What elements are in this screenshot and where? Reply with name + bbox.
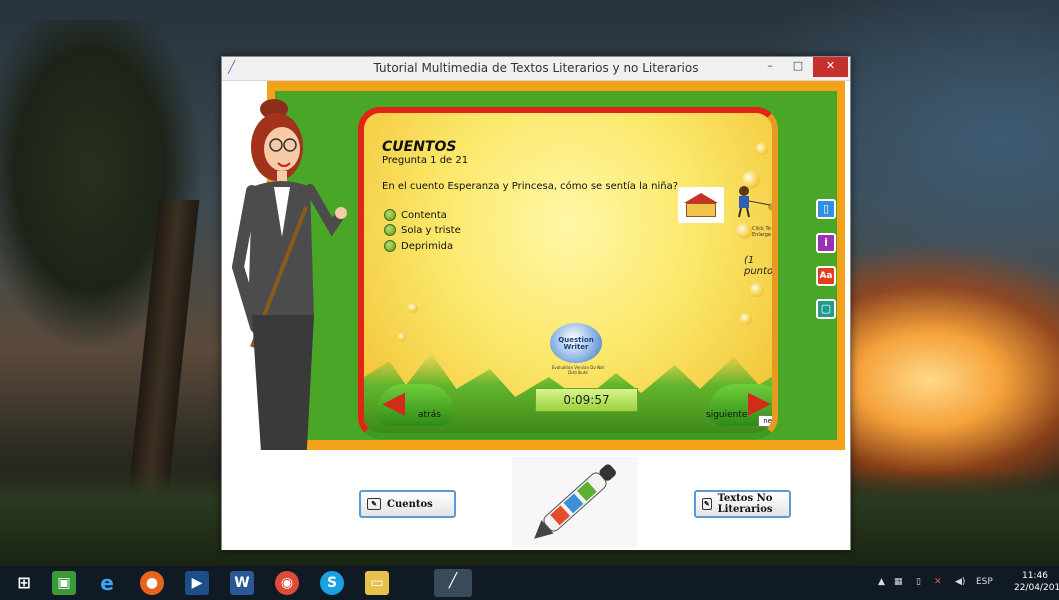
textos-no-literarios-button[interactable]: ✎ Textos No Literarios [694, 490, 791, 518]
answer-option-label: Sola y triste [401, 224, 461, 236]
show-hidden-icons-icon[interactable]: ▲ [878, 577, 885, 587]
textos-no-literarios-button-label: Textos No Literarios [717, 493, 773, 515]
window-titlebar[interactable]: ╱ Tutorial Multimedia de Textos Literari… [222, 57, 850, 81]
arrow-left-icon: ◀ [382, 385, 406, 420]
question-writer-logo: Question Writer [550, 323, 602, 363]
tutorial-app-taskbar-icon[interactable]: ╱ [434, 569, 472, 597]
decor-bubble [740, 313, 752, 325]
windows-start-icon[interactable]: ⊞ [12, 571, 36, 595]
input-language[interactable]: ESP [976, 577, 993, 587]
section-title: CUENTOS [382, 139, 457, 155]
previous-label: atrás [418, 410, 441, 420]
chrome-icon[interactable]: ◉ [275, 571, 299, 595]
decor-bubble [398, 333, 406, 341]
book-icon: ✎ [702, 498, 712, 510]
question-text: En el cuento Esperanza y Princesa, cómo … [382, 181, 679, 192]
pen-illustration [512, 457, 638, 547]
media-player-icon[interactable]: ▶ [185, 571, 209, 595]
skype-icon[interactable]: S [320, 571, 344, 595]
volume-icon[interactable]: ◀) [955, 577, 965, 587]
book-icon: ✎ [367, 498, 381, 510]
click-to-enlarge-label[interactable]: Click To Enlarge [752, 226, 772, 238]
answer-option-label: Deprimida [401, 240, 454, 252]
decor-bubble [408, 303, 418, 313]
app-window: ╱ Tutorial Multimedia de Textos Literari… [221, 56, 851, 550]
radio-button[interactable] [384, 224, 396, 236]
decor-bubble [750, 283, 764, 297]
flag-icon[interactable]: ✕ [934, 577, 942, 587]
previous-button[interactable]: ◀ atrás [376, 384, 454, 426]
cuentos-button[interactable]: ✎ Cuentos [359, 490, 456, 518]
close-button[interactable]: ✕ [813, 57, 848, 77]
font-icon[interactable]: Aa [816, 266, 836, 286]
comment-icon[interactable]: ▢ [816, 299, 836, 319]
answer-option[interactable]: Contenta [384, 209, 447, 221]
quiz-panel: CUENTOS Pregunta 1 de 21 En el cuento Es… [358, 107, 778, 439]
decor-bubble [736, 223, 752, 239]
firefox-icon[interactable]: ● [140, 571, 164, 595]
school-image[interactable] [678, 187, 724, 223]
question-counter: Pregunta 1 de 21 [382, 155, 469, 166]
network-icon[interactable]: ▦ [894, 577, 903, 587]
girl-with-dog-image[interactable] [730, 183, 778, 221]
quiz-board-frame: CUENTOS Pregunta 1 de 21 En el cuento Es… [267, 81, 845, 450]
battery-icon[interactable]: ▯ [916, 577, 921, 587]
countdown-timer: 0:09:57 [535, 388, 638, 412]
next-label: siguiente [706, 410, 748, 420]
taskbar: ⊞ ▣ e ● ▶ W ◉ S ▭ ╱ ▲ ▦ ▯ ✕ ◀) ESP 11:46… [0, 566, 1059, 600]
minimize-button[interactable]: – [757, 57, 783, 77]
window-title: Tutorial Multimedia de Textos Literarios… [373, 61, 699, 75]
word-icon[interactable]: W [230, 571, 254, 595]
points-label: (1 puntos) [744, 255, 778, 277]
evaluation-note: Evaluation Version Do Not Distribute [551, 365, 605, 375]
answer-option-label: Contenta [401, 209, 447, 221]
answer-option[interactable]: Deprimida [384, 240, 453, 252]
cuentos-button-label: Cuentos [387, 498, 433, 510]
radio-button[interactable] [384, 240, 396, 252]
clock-date: 22/04/2016 [1014, 583, 1059, 593]
maximize-button[interactable]: □ [785, 57, 811, 77]
calculator-icon[interactable]: ▯ [816, 199, 836, 219]
info-icon[interactable]: i [816, 233, 836, 253]
file-explorer-icon[interactable]: ▭ [365, 571, 389, 595]
store-icon[interactable]: ▣ [52, 571, 76, 595]
arrow-right-icon: ▶ [748, 385, 772, 420]
decor-bubble [756, 143, 768, 155]
clock-time: 11:46 [1022, 571, 1048, 581]
next-tooltip: next [758, 415, 772, 427]
taskbar-clock[interactable]: 11:46 22/04/2016 [1014, 570, 1059, 594]
internet-explorer-icon[interactable]: e [95, 571, 119, 595]
answer-option[interactable]: Sola y triste [384, 224, 461, 236]
quiz-board-background: CUENTOS Pregunta 1 de 21 En el cuento Es… [275, 91, 837, 440]
radio-button[interactable] [384, 209, 396, 221]
